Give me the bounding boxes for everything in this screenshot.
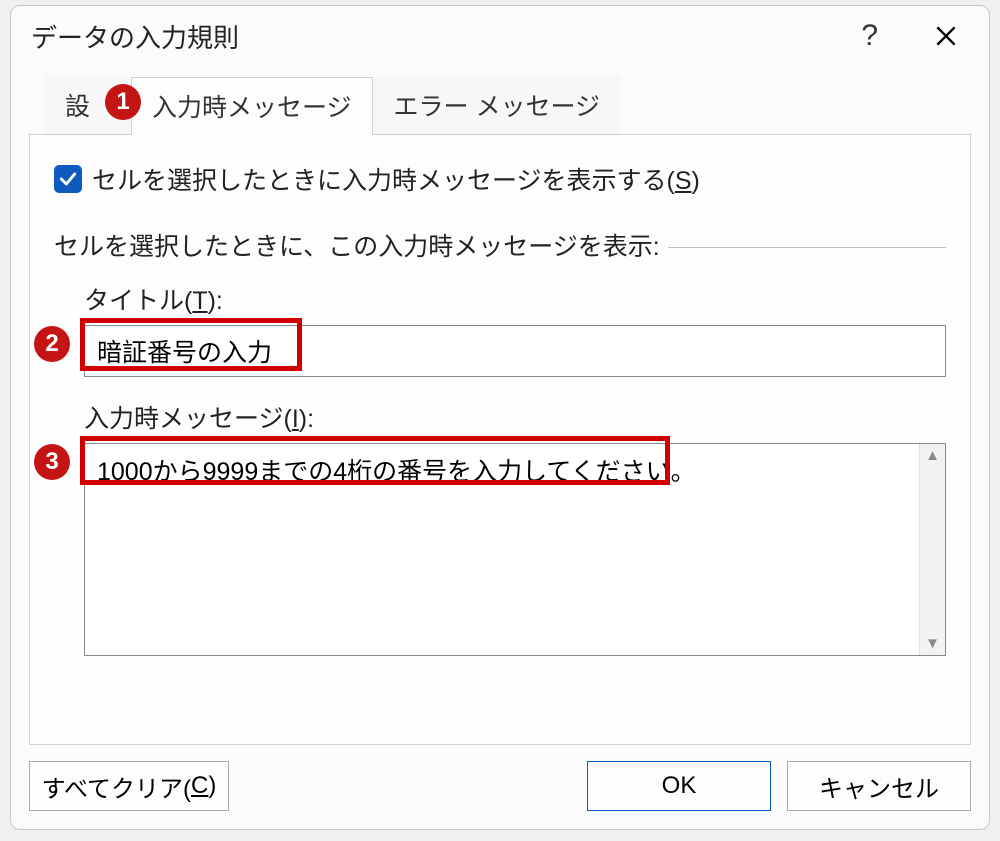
tab-input-message[interactable]: 入力時メッセージ xyxy=(131,77,373,135)
dialog-footer: すべてクリア(C) OK キャンセル xyxy=(11,745,989,829)
title-field-group: タイトル(T): 2 xyxy=(84,281,946,377)
clear-all-button[interactable]: すべてクリア(C) xyxy=(29,761,229,811)
title-input[interactable] xyxy=(84,325,946,377)
tabs: 設 入力時メッセージ エラー メッセージ xyxy=(44,76,971,134)
scroll-down-icon[interactable]: ▼ xyxy=(925,635,940,652)
annotation-badge-2: 2 xyxy=(34,326,70,362)
dialog-content: 設 入力時メッセージ エラー メッセージ 1 セルを選択したときに入力時メッセー… xyxy=(11,66,989,745)
help-icon[interactable]: ? xyxy=(861,19,878,53)
annotation-badge-1: 1 xyxy=(105,84,141,120)
tab-settings-label: 設 xyxy=(65,93,90,121)
scroll-up-icon[interactable]: ▲ xyxy=(925,447,940,464)
close-icon[interactable] xyxy=(933,23,959,49)
show-message-checkbox[interactable] xyxy=(54,165,82,193)
tab-input-message-label: 入力時メッセージ xyxy=(152,94,352,122)
ok-button[interactable]: OK xyxy=(587,761,771,811)
show-message-label: セルを選択したときに入力時メッセージを表示する(S) xyxy=(92,161,700,197)
message-label: 入力時メッセージ(I): xyxy=(84,399,946,435)
right-buttons: OK キャンセル xyxy=(587,761,971,811)
title-label: タイトル(T): xyxy=(84,281,946,317)
cancel-button[interactable]: キャンセル xyxy=(787,761,971,811)
dialog-title: データの入力規則 xyxy=(31,18,239,55)
message-field-group: 入力時メッセージ(I): ▲ ▼ 3 xyxy=(84,399,946,656)
tab-error-message[interactable]: エラー メッセージ xyxy=(373,76,621,134)
tab-panel: セルを選択したときに入力時メッセージを表示する(S) セルを選択したときに、この… xyxy=(29,134,971,745)
message-textarea[interactable] xyxy=(85,444,919,655)
message-textarea-wrap: ▲ ▼ xyxy=(84,443,946,656)
scrollbar[interactable]: ▲ ▼ xyxy=(919,444,945,655)
data-validation-dialog: データの入力規則 ? 設 入力時メッセージ エラー メッセージ 1 xyxy=(10,5,990,830)
section-header: セルを選択したときに、この入力時メッセージを表示: xyxy=(54,227,660,263)
annotation-badge-3: 3 xyxy=(34,444,70,480)
divider xyxy=(668,247,946,248)
titlebar-controls: ? xyxy=(861,19,969,53)
tab-error-message-label: エラー メッセージ xyxy=(394,93,600,121)
show-message-checkbox-row: セルを選択したときに入力時メッセージを表示する(S) xyxy=(54,161,946,197)
titlebar: データの入力規則 ? xyxy=(11,6,989,66)
